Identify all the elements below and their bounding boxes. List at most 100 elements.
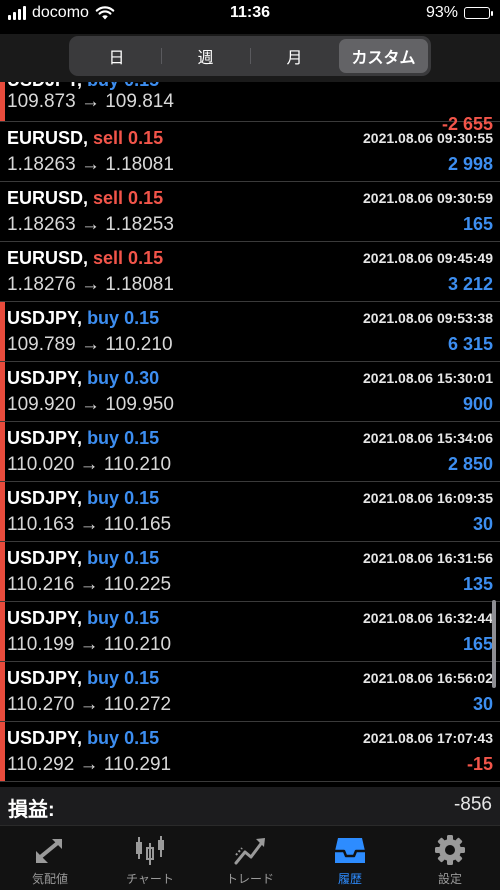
trade-prices: 1.18263 → 1.18081 (7, 154, 174, 175)
trade-timestamp: 2021.08.06 16:09:35 (363, 490, 493, 506)
trade-timestamp: 2021.08.06 16:32:44 (363, 610, 493, 626)
tab-trade[interactable]: トレード (200, 826, 300, 890)
trade-row-marker (0, 482, 5, 541)
segment-week[interactable]: 週 (161, 39, 250, 73)
trade-side-lots: buy 0.30 (87, 368, 160, 388)
trade-row[interactable]: USDJPY, buy 0.15 2021.08.06 16:32:44 110.1… (0, 602, 500, 662)
trade-row[interactable]: EURUSD, sell 0.15 2021.08.06 09:45:49 1.18… (0, 242, 500, 302)
tab-trade-label: トレード (225, 872, 274, 886)
trade-row[interactable]: EURUSD, sell 0.15 2021.08.06 09:30:59 1.18… (0, 182, 500, 242)
tab-quotes[interactable]: 気配値 (0, 826, 100, 890)
trade-side-lots: buy 0.15 (87, 548, 160, 568)
profit-total-value: -856 (453, 794, 492, 815)
trade-row[interactable]: USDJPY, buy 0.15 2021.08.06 17:07:43 110.2… (0, 722, 500, 782)
trade-row-marker (0, 722, 5, 781)
trade-row[interactable]: USDJPY, buy 0.15 2021.08.06 16:31:56 110.2… (0, 542, 500, 602)
trade-symbol: USDJPY, (7, 82, 82, 90)
trade-timestamp: 2021.08.06 15:30:01 (363, 370, 493, 386)
trade-profit: 2 998 (447, 154, 493, 174)
trade-profit: -15 (466, 754, 493, 774)
status-right: 93% (425, 4, 493, 22)
trade-timestamp: 2021.08.06 16:31:56 (363, 550, 493, 566)
battery-percent: 93% (425, 4, 458, 21)
trade-row[interactable]: USDJPY, buy 0.15 2021.08.06 09:53:38 109.7… (0, 302, 500, 362)
trade-symbol: USDJPY, (7, 488, 83, 508)
trade-prices: 109.789 → 110.210 (7, 334, 173, 355)
trade-symbol-line: EURUSD, sell 0.15 (7, 128, 163, 149)
candlestick-icon (136, 836, 164, 865)
scroll-indicator (492, 600, 496, 688)
trade-row-marker (0, 422, 5, 481)
tab-history[interactable]: 履歴 (300, 826, 400, 890)
segment-custom[interactable]: カスタム (339, 39, 428, 73)
trade-prices: 109.873 → 109.814 (7, 91, 174, 112)
trade-row-marker (0, 602, 5, 661)
quotes-arrows-icon (36, 839, 62, 863)
gear-icon (435, 835, 465, 865)
tab-bar: 気配値 チャート トレード 履歴 設定 (0, 825, 500, 890)
trade-profit: 900 (462, 394, 493, 414)
status-bar: docomo 11:36 93% (0, 0, 500, 30)
trade-row[interactable]: USDJPY, buy 0.15 2021.08.06 15:34:06 110.0… (0, 422, 500, 482)
trade-symbol-line: USDJPY, buy 0.30 (7, 368, 159, 389)
trade-profit: 135 (462, 574, 493, 594)
trade-side-lots: buy 0.15 (87, 428, 160, 448)
trade-symbol: EURUSD, (7, 188, 89, 208)
trade-symbol: EURUSD, (7, 248, 89, 268)
battery-icon (464, 7, 493, 19)
trade-timestamp: 2021.08.06 09:30:59 (363, 190, 493, 206)
trade-timestamp: 2021.08.06 15:34:06 (363, 430, 493, 446)
trade-symbol: USDJPY, (7, 308, 83, 328)
trade-timestamp: 2021.08.06 17:07:43 (363, 730, 493, 746)
trade-row-marker (0, 542, 5, 601)
trade-symbol-line: EURUSD, sell 0.15 (7, 188, 163, 209)
trade-prices: 1.18276 → 1.18081 (7, 274, 174, 295)
trade-prices: 109.920 → 109.950 (7, 394, 174, 415)
trade-row[interactable]: USDJPY, buy 0.15109.873 → 109.814-2 655 (0, 82, 500, 134)
trade-row[interactable]: USDJPY, buy 0.15 2021.08.06 16:09:35 110.1… (0, 482, 500, 542)
trade-profit: 165 (462, 214, 493, 234)
trade-row-marker (0, 662, 5, 721)
trade-side-lots: sell 0.15 (93, 128, 164, 148)
trade-side-lots: buy 0.15 (87, 488, 160, 508)
trade-prices: 110.020 → 110.210 (7, 454, 172, 475)
trade-symbol: USDJPY, (7, 428, 83, 448)
trade-row-marker (0, 82, 5, 121)
trade-timestamp: 2021.08.06 09:53:38 (363, 310, 493, 326)
trade-side-lots: buy 0.15 (87, 728, 160, 748)
trade-side-lots: buy 0.15 (87, 608, 160, 628)
trade-line-icon (234, 838, 265, 865)
trade-symbol: USDJPY, (7, 608, 83, 628)
trade-symbol-line: USDJPY, buy 0.15 (7, 608, 159, 629)
trade-symbol-line: USDJPY, buy 0.15 (7, 548, 159, 569)
trade-side-lots: sell 0.15 (93, 248, 164, 268)
trade-side-lots: buy 0.15 (87, 308, 160, 328)
trade-symbol-line: USDJPY, buy 0.15 (7, 428, 159, 449)
trade-row[interactable]: EURUSD, sell 0.15 2021.08.06 09:30:55 1.18… (0, 122, 500, 182)
trade-profit: 6 315 (447, 334, 493, 354)
trade-timestamp: 2021.08.06 16:56:02 (363, 670, 493, 686)
tab-settings[interactable]: 設定 (400, 826, 500, 890)
trade-prices: 110.163 → 110.165 (7, 514, 172, 535)
trade-row[interactable]: USDJPY, buy 0.15 2021.08.06 16:56:02 110.2… (0, 662, 500, 722)
profit-total-bar: 損益: -856 (0, 787, 500, 825)
trade-side-lots: buy 0.15 (87, 668, 160, 688)
trade-profit: 2 850 (447, 454, 493, 474)
trade-side-lots: sell 0.15 (93, 188, 164, 208)
trade-row[interactable]: USDJPY, buy 0.30 2021.08.06 15:30:01 109.9… (0, 362, 500, 422)
trade-prices: 110.270 → 110.272 (7, 694, 172, 715)
trade-symbol-line: USDJPY, buy 0.15 (7, 728, 159, 749)
trade-prices: 1.18263 → 1.18253 (7, 214, 174, 235)
trade-symbol-line: USDJPY, buy 0.15 (7, 82, 159, 91)
trade-prices: 110.216 → 110.225 (7, 574, 172, 595)
trade-symbol: USDJPY, (7, 668, 83, 688)
profit-total-label: 損益: (8, 799, 55, 821)
trade-profit: 30 (472, 694, 493, 714)
trade-history-list[interactable]: USDJPY, buy 0.15109.873 → 109.814-2 655E… (0, 82, 500, 787)
trade-row-marker (0, 362, 5, 421)
tab-chart[interactable]: チャート (100, 826, 200, 890)
trade-symbol: USDJPY, (7, 728, 83, 748)
segment-month[interactable]: 月 (250, 39, 339, 73)
trade-row-marker (0, 302, 5, 361)
segment-day[interactable]: 日 (72, 39, 161, 73)
